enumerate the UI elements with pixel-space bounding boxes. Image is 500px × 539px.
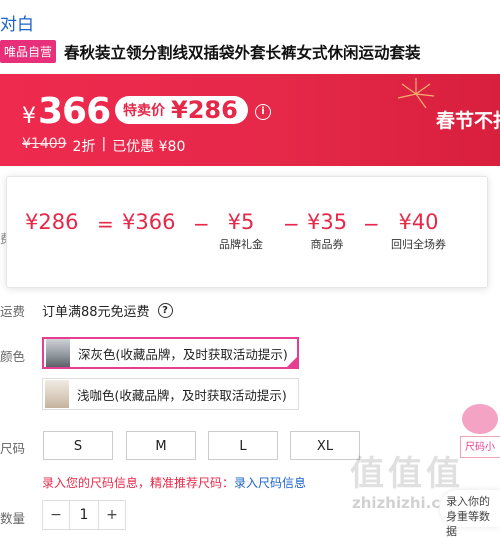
color-thumbnail — [45, 380, 69, 408]
shipping-text: 订单满88元免运费 — [42, 305, 150, 320]
size-assistant-tab[interactable]: 尺码小 — [460, 436, 500, 458]
minus-sign: − — [193, 212, 210, 236]
help-icon[interactable]: ? — [157, 303, 173, 318]
enter-size-link[interactable]: 录入尺码信息 — [234, 476, 306, 490]
price-breakdown-card: ¥286 = ¥366 − ¥5 品牌礼金 − ¥35 商品券 − ¥40 回归… — [6, 176, 488, 288]
title-row: 唯品自营 春秋装立领分割线双插袋外套长裤女式休闲运动套装 — [0, 40, 421, 63]
return-coupon-label: 回归全场券 — [391, 238, 446, 251]
sale-price-value: ¥286 — [171, 96, 238, 124]
divider: | — [101, 136, 107, 152]
color-label: 颜色 — [0, 349, 26, 364]
current-price: ¥ 366 — [22, 91, 111, 132]
calc-final-price: ¥286 — [25, 210, 78, 234]
minus-sign: − — [363, 212, 380, 236]
color-option-label: 浅咖色(收藏品牌，及时获取活动提示) — [77, 387, 287, 403]
calc-return-coupon: ¥40 回归全场券 — [391, 210, 446, 252]
quantity-label: 数量 — [0, 511, 26, 526]
size-label: 尺码 — [0, 441, 26, 456]
return-coupon-amount: ¥40 — [398, 210, 439, 234]
product-coupon-label: 商品券 — [310, 238, 344, 251]
color-option-light-brown[interactable]: 浅咖色(收藏品牌，及时获取活动提示) — [42, 378, 299, 410]
quantity-plus-button[interactable]: + — [99, 501, 125, 529]
size-recommend-line: 录入您的尺码信息，精准推荐尺码：录入尺码信息 — [42, 474, 306, 491]
original-price: ¥1409 — [22, 136, 67, 152]
minus-sign: − — [283, 212, 300, 236]
size-option-m[interactable]: M — [126, 431, 196, 460]
brand-gift-label: 品牌礼金 — [219, 238, 263, 251]
currency-symbol: ¥ — [22, 104, 36, 129]
calc-base-amount: ¥366 — [122, 210, 176, 234]
sale-price-label: 特卖价 — [123, 103, 165, 119]
saved-amount: 已优惠 ¥80 — [112, 139, 186, 155]
info-icon[interactable]: i — [255, 104, 271, 120]
mascot-icon — [462, 404, 498, 434]
shipping-label: 运费 — [0, 304, 26, 319]
quantity-minus-button[interactable]: − — [43, 501, 69, 529]
size-assistant-bubble[interactable]: 录入你的身重等数据 — [440, 490, 500, 538]
quantity-stepper: − 1 + — [42, 500, 126, 530]
product-title: 春秋装立领分割线双插袋外套长裤女式休闲运动套装 — [64, 43, 421, 62]
color-option-label: 深灰色(收藏品牌，及时获取活动提示) — [78, 346, 288, 362]
price-banner: ¥ 366 特卖价 ¥286 i ¥1409 2折 | 已优惠 ¥80 春节不打 — [0, 74, 500, 166]
product-coupon-amount: ¥35 — [307, 210, 348, 234]
watermark: 值值值 — [350, 454, 464, 494]
sale-price-pill: 特卖价 ¥286 — [115, 96, 248, 124]
promo-banner-text[interactable]: 春节不打 — [436, 106, 500, 133]
quantity-value[interactable]: 1 — [69, 501, 99, 529]
price-subline: ¥1409 2折 | 已优惠 ¥80 — [22, 136, 185, 156]
size-recommend-prefix: 录入您的尺码信息，精准推荐尺码： — [42, 476, 235, 490]
selected-check-icon — [286, 356, 298, 368]
brand-name[interactable]: 对白 — [0, 10, 34, 35]
size-option-s[interactable]: S — [43, 431, 113, 460]
vip-self-operated-tag: 唯品自营 — [0, 40, 57, 63]
calc-base-price: ¥366 — [122, 210, 175, 234]
equals-sign: = — [97, 212, 114, 236]
current-price-value: 366 — [38, 91, 111, 132]
color-thumbnail — [46, 339, 70, 367]
calc-final-amount: ¥286 — [25, 210, 79, 234]
brand-gift-amount: ¥5 — [227, 210, 255, 234]
calc-product-coupon: ¥35 商品券 — [307, 210, 347, 252]
calc-brand-gift: ¥5 品牌礼金 — [219, 210, 263, 252]
discount-text: 2折 — [72, 139, 96, 155]
color-option-dark-gray[interactable]: 深灰色(收藏品牌，及时获取活动提示) — [42, 337, 299, 369]
shipping-info: 订单满88元免运费 ? — [42, 301, 173, 320]
size-option-l[interactable]: L — [208, 431, 278, 460]
